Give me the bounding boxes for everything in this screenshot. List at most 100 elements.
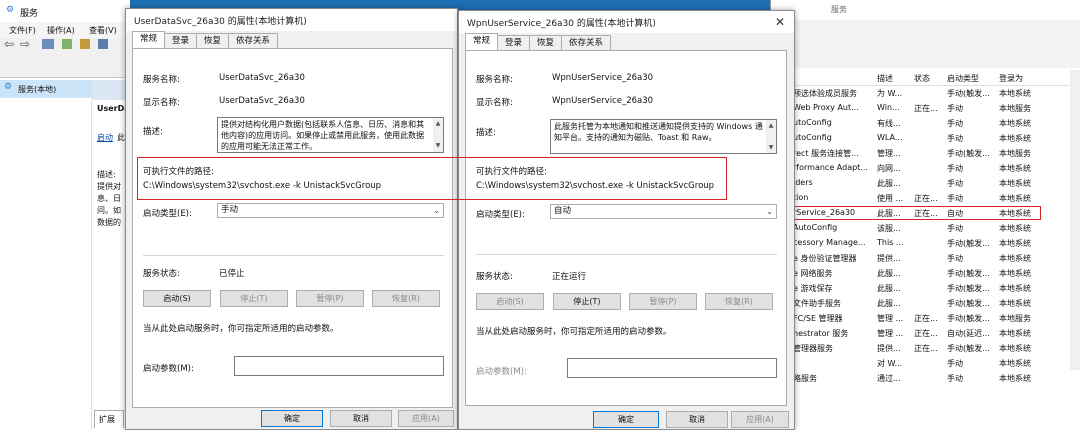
detail-start-link[interactable]: 启动 <box>97 132 113 143</box>
dialog2-tabs: 常规 登录 恢复 依存关系 <box>465 33 612 50</box>
table-row[interactable]: FC/SE 管理器 管理 ... 正在... 手动(触发... 本地服务 <box>771 311 1080 326</box>
tree-item-services-local[interactable]: ⚙ 服务(本地) <box>0 80 92 98</box>
menu-action[interactable]: 操作(A) <box>47 25 75 36</box>
cell-logon: 本地系统 <box>999 89 1031 98</box>
table-row[interactable]: 略服务 通过... 手动 本地系统 <box>771 371 1080 386</box>
services-tree-icon: ⚙ <box>4 82 13 92</box>
table-row[interactable]: rformance Adapt... 向网... 手动 本地系统 <box>771 161 1080 176</box>
tab-expand[interactable]: 扩展 <box>94 410 124 428</box>
col-status[interactable]: 状态 <box>914 73 930 84</box>
table-row[interactable]: e 身份验证管理器 提供... 手动 本地系统 <box>771 251 1080 266</box>
export-icon[interactable] <box>80 39 90 49</box>
dialog1-tab-logon[interactable]: 登录 <box>164 33 198 48</box>
cell-logon: 本地系统 <box>999 254 1031 263</box>
d1-description-label: 描述: <box>143 127 163 137</box>
list-scrollbar[interactable] <box>1070 70 1080 370</box>
dialog1-tab-general[interactable]: 常规 <box>132 31 166 48</box>
d2-cancel-button[interactable]: 取消 <box>666 411 728 428</box>
table-row[interactable]: 预选体验成员服务 为 W... 手动(触发... 本地系统 <box>771 86 1080 101</box>
d2-params-input[interactable] <box>567 358 777 378</box>
d2-resume-button[interactable]: 恢复(R) <box>705 293 773 310</box>
dialog1-tab-recovery[interactable]: 恢复 <box>196 33 230 48</box>
table-row[interactable]: utoConfig 有线... 手动 本地系统 <box>771 116 1080 131</box>
d2-stop-button[interactable]: 停止(T) <box>553 293 621 310</box>
d1-status-label: 服务状态: <box>143 269 180 279</box>
cell-logon: 本地服务 <box>999 314 1031 323</box>
dialog-userdatasvc: UserDataSvc_26a30 的属性(本地计算机) 常规 登录 恢复 依存… <box>125 8 458 430</box>
table-row[interactable]: 文件助手服务 此服... 手动(触发... 本地系统 <box>771 296 1080 311</box>
d2-desc-scrollbar[interactable]: ▲ ▼ <box>766 120 776 153</box>
close-icon[interactable]: ✕ <box>772 14 788 30</box>
dialog2-tab-dependencies[interactable]: 依存关系 <box>561 35 612 50</box>
table-row[interactable]: e 网络服务 此服... 手动(触发... 本地系统 <box>771 266 1080 281</box>
table-row[interactable]: lders 此服... 手动 本地系统 <box>771 176 1080 191</box>
back-icon[interactable]: ⇦ <box>4 37 14 51</box>
d1-params-input[interactable] <box>234 356 444 376</box>
menu-file[interactable]: 文件(F) <box>9 25 36 36</box>
cell-name: e 游戏保存 <box>793 284 833 293</box>
dialog2-tab-logon[interactable]: 登录 <box>497 35 531 50</box>
cell-name: hestrator 服务 <box>793 329 849 338</box>
table-row[interactable]: hestrator 服务 管理 ... 正在... 自动(延迟... 本地系统 <box>771 326 1080 341</box>
refresh-icon[interactable] <box>62 39 72 49</box>
d2-description-box[interactable]: 此服务托管为本地通知和推送通知提供支持的 Windows 通知平台。支持的通知为… <box>550 119 777 154</box>
d1-start-button[interactable]: 启动(S) <box>143 290 211 307</box>
dialog1-tab-dependencies[interactable]: 依存关系 <box>228 33 279 48</box>
list-titlebar: 服务 <box>771 0 1080 20</box>
table-row[interactable]: Web Proxy Aut... Win... 正在... 手动 本地服务 <box>771 101 1080 116</box>
d1-apply-button[interactable]: 应用(A) <box>398 410 454 427</box>
detail-desc-1: 提供对 <box>97 182 121 191</box>
d2-ok-button[interactable]: 确定 <box>593 411 659 428</box>
d1-ok-button[interactable]: 确定 <box>261 410 323 427</box>
dialog2-title: WpnUserService_26a30 的属性(本地计算机) <box>467 18 656 29</box>
dialog2-tab-body: 服务名称: WpnUserService_26a30 显示名称: WpnUser… <box>465 50 787 406</box>
d1-resume-button[interactable]: 恢复(R) <box>372 290 440 307</box>
cell-start: 手动 <box>947 359 963 368</box>
col-desc[interactable]: 描述 <box>877 73 893 84</box>
cell-desc: 此服... <box>877 269 901 278</box>
table-row[interactable]: e 游戏保存 此服... 手动(触发... 本地系统 <box>771 281 1080 296</box>
d1-startup-type-select[interactable]: 手动 ⌄ <box>217 203 444 218</box>
dialog1-tabs: 常规 登录 恢复 依存关系 <box>132 31 279 48</box>
console-icon[interactable] <box>42 39 54 49</box>
cell-logon: 本地系统 <box>999 374 1031 383</box>
cell-start: 自动(延迟... <box>947 329 990 338</box>
d1-service-name: UserDataSvc_26a30 <box>219 73 305 83</box>
d2-startup-type-select[interactable]: 自动 ⌄ <box>550 204 777 219</box>
col-logon[interactable]: 登录为 <box>999 73 1023 84</box>
dialog2-tab-recovery[interactable]: 恢复 <box>529 35 563 50</box>
table-row[interactable]: 对 W... 手动 本地系统 <box>771 356 1080 371</box>
d1-description-box[interactable]: 提供对结构化用户数据(包括联系人信息、日历、消息和其他内容)的应用访问。如果停止… <box>217 117 444 153</box>
dialog2-tab-general[interactable]: 常规 <box>465 33 499 50</box>
menu-view[interactable]: 查看(V) <box>89 25 117 36</box>
help-icon[interactable] <box>98 39 108 49</box>
d2-hint: 当从此处启动服务时，你可指定所适用的启动参数。 <box>476 327 672 337</box>
d2-apply-button[interactable]: 应用(A) <box>731 411 789 428</box>
table-row[interactable]: AutoConfig 该服... 手动 本地系统 <box>771 221 1080 236</box>
services-rows: 预选体验成员服务 为 W... 手动(触发... 本地系统 Web Proxy Aut.… <box>771 86 1080 386</box>
d1-pause-button[interactable]: 暂停(P) <box>296 290 364 307</box>
cell-logon: 本地系统 <box>999 284 1031 293</box>
chevron-down-icon: ⌄ <box>766 207 773 216</box>
cell-logon: 本地系统 <box>999 359 1031 368</box>
cell-logon: 本地系统 <box>999 299 1031 308</box>
list-toolbar <box>771 20 1080 68</box>
table-row[interactable]: cessory Manage... This ... 手动(触发... 本地系统 <box>771 236 1080 251</box>
col-start-type[interactable]: 启动类型 <box>947 73 979 84</box>
table-row[interactable]: utoConfig WLA... 手动 本地系统 <box>771 131 1080 146</box>
dialog2-titlebar: WpnUserService_26a30 的属性(本地计算机) ✕ <box>459 11 794 33</box>
cell-desc: 有线... <box>877 119 901 128</box>
cell-logon: 本地系统 <box>999 134 1031 143</box>
d1-desc-scrollbar[interactable]: ▲ ▼ <box>433 118 443 152</box>
cell-logon: 本地系统 <box>999 179 1031 188</box>
table-row[interactable]: rect 服务连接管... 管理... 手动(触发... 本地服务 <box>771 146 1080 161</box>
d1-display-name: UserDataSvc_26a30 <box>219 96 305 106</box>
table-row[interactable]: 管理器服务 提供... 正在... 手动(触发... 本地系统 <box>771 341 1080 356</box>
forward-icon[interactable]: ⇨ <box>20 37 30 51</box>
d2-start-button[interactable]: 启动(S) <box>476 293 544 310</box>
d1-stop-button[interactable]: 停止(T) <box>220 290 288 307</box>
cell-name: 预选体验成员服务 <box>793 89 857 98</box>
d2-pause-button[interactable]: 暂停(P) <box>629 293 697 310</box>
table-row[interactable]: tion 使用 ... 正在... 手动 本地系统 <box>771 191 1080 206</box>
d1-cancel-button[interactable]: 取消 <box>330 410 392 427</box>
